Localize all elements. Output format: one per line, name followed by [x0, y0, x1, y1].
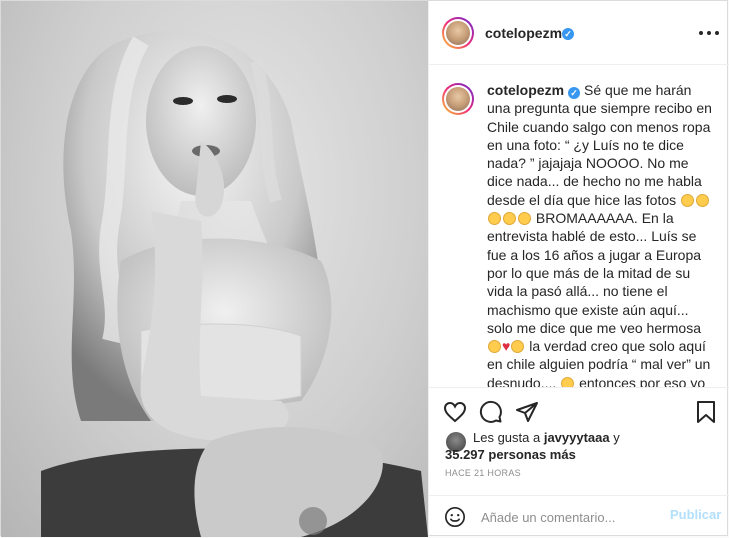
caption-area: cotelopezm ✓ Sé que me harán una pregunta …	[429, 65, 729, 387]
post-header: cotelopezm ✓	[429, 1, 729, 65]
caption-author-avatar[interactable]	[442, 83, 474, 115]
post-timestamp[interactable]: HACE 21 HORAS	[445, 468, 521, 478]
grin-sweat-emoji-icon	[696, 193, 710, 207]
likes-summary: Les gusta a javyyytaaa y	[473, 430, 620, 445]
post-actions: Les gusta a javyyytaaa y 35.297 personas…	[429, 387, 729, 537]
caption-username[interactable]: cotelopezm	[487, 82, 564, 98]
post-side-panel: cotelopezm ✓ cotelopezm ✓ Sé que me harán …	[428, 1, 729, 537]
bookmark-icon[interactable]	[695, 400, 717, 424]
sweat-smile-emoji-icon	[561, 376, 575, 387]
smiley-icon[interactable]	[444, 506, 466, 528]
post-photo[interactable]	[1, 1, 428, 537]
verified-badge-icon: ✓	[562, 28, 574, 40]
heart-icon[interactable]	[443, 400, 467, 424]
liker-username[interactable]: javyyytaaa	[544, 430, 610, 445]
verified-badge-icon: ✓	[568, 87, 581, 99]
more-options-icon[interactable]	[699, 23, 719, 43]
author-avatar[interactable]	[442, 17, 474, 49]
smile-emoji-icon	[511, 340, 525, 354]
grin-sweat-emoji-icon	[518, 212, 531, 226]
likes-prefix: Les gusta a	[473, 430, 541, 445]
grin-sweat-emoji-icon	[488, 212, 501, 226]
grin-sweat-emoji-icon	[503, 212, 516, 226]
grin-sweat-emoji-icon	[681, 193, 695, 207]
publish-button[interactable]: Publicar	[670, 507, 721, 522]
comment-icon[interactable]	[479, 400, 503, 424]
post-modal: cotelopezm ✓ cotelopezm ✓ Sé que me harán …	[0, 0, 729, 537]
post-caption: cotelopezm ✓ Sé que me harán una pregunta …	[487, 81, 715, 387]
photo-illustration	[41, 30, 428, 537]
author-username[interactable]: cotelopezm	[485, 25, 562, 41]
caption-text-2: BROMAAAAAA. En la entrevista hablé de es…	[487, 210, 702, 336]
comment-box: Publicar	[429, 495, 729, 538]
share-icon[interactable]	[515, 400, 539, 424]
smile-emoji-icon	[488, 340, 501, 354]
red-heart-emoji-icon: ♥	[502, 338, 511, 355]
likes-conjunction: y	[613, 430, 620, 445]
likes-count[interactable]: 35.297 personas más	[445, 447, 576, 462]
comment-input[interactable]	[479, 506, 668, 528]
caption-text-1: Sé que me harán una pregunta que siempre…	[487, 82, 712, 208]
